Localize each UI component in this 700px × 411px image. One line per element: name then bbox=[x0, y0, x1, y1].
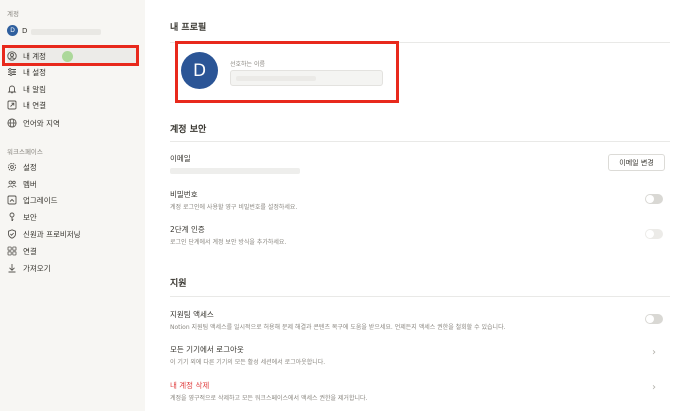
sidebar-item-language-region[interactable]: 언어와 지역 bbox=[7, 115, 139, 131]
sidebar-item-members[interactable]: 멤버 bbox=[7, 176, 139, 192]
password-description: 계정 로그인에 사용할 영구 비밀번호를 설정하세요. bbox=[170, 204, 298, 211]
cursor-indicator bbox=[62, 51, 73, 62]
chevron-right-icon[interactable]: › bbox=[652, 382, 656, 393]
sidebar-item-label: 업그레이드 bbox=[23, 195, 58, 205]
support-access-label: 지원팀 액세스 bbox=[170, 310, 214, 319]
two-step-toggle[interactable] bbox=[645, 229, 663, 239]
email-redacted bbox=[170, 168, 300, 174]
sidebar-item-label: 내 알림 bbox=[23, 84, 47, 94]
delete-account-description: 계정을 영구적으로 삭제하고 모든 워크스페이스에서 액세스 권한을 제거합니다… bbox=[170, 395, 368, 402]
sidebar-item-connections[interactable]: 연결 bbox=[7, 243, 139, 259]
globe-icon bbox=[7, 118, 17, 128]
sidebar-item-settings[interactable]: 설정 bbox=[7, 159, 139, 175]
profile-section-title: 내 프로필 bbox=[170, 23, 207, 33]
account-section-label: 계정 bbox=[7, 10, 19, 18]
sidebar-item-upgrade[interactable]: 업그레이드 bbox=[7, 192, 139, 208]
workspace-section-label: 워크스페이스 bbox=[7, 148, 43, 156]
sidebar-item-security[interactable]: 보안 bbox=[7, 209, 139, 225]
toggle-knob bbox=[646, 315, 654, 323]
two-step-label: 2단계 인증 bbox=[170, 225, 205, 234]
password-label: 비밀번호 bbox=[170, 190, 198, 199]
sidebar-item-label: 가져오기 bbox=[23, 263, 51, 273]
sidebar-item-label: 연결 bbox=[23, 246, 37, 256]
user-name: D bbox=[22, 26, 28, 35]
password-toggle[interactable] bbox=[645, 194, 663, 204]
sidebar-item-label: 내 설정 bbox=[23, 67, 47, 77]
settings-main: 내 프로필 D 선호하는 이름 계정 보안 이메일 이메일 변경 비밀번호 계정… bbox=[145, 0, 700, 411]
gear-icon bbox=[7, 162, 17, 172]
people-icon bbox=[7, 179, 17, 189]
bell-icon bbox=[7, 84, 17, 94]
preferred-name-label: 선호하는 이름 bbox=[230, 61, 266, 68]
support-section-title: 지원 bbox=[170, 279, 187, 289]
sidebar-item-label: 보안 bbox=[23, 212, 37, 222]
avatar: D bbox=[7, 25, 18, 36]
profile-avatar[interactable]: D bbox=[181, 52, 218, 89]
sidebar-item-my-settings[interactable]: 내 설정 bbox=[7, 64, 139, 80]
sidebar-item-import[interactable]: 가져오기 bbox=[7, 260, 139, 276]
upgrade-icon bbox=[7, 195, 17, 205]
shield-check-icon bbox=[7, 229, 17, 239]
sidebar-item-label: 신원과 프로비저닝 bbox=[23, 229, 81, 239]
sidebar-item-label: 언어와 지역 bbox=[23, 118, 60, 128]
security-section-title: 계정 보안 bbox=[170, 125, 207, 135]
delete-account-label[interactable]: 내 계정 삭제 bbox=[170, 380, 209, 391]
support-access-description: Notion 지원팀 액세스를 일시적으로 허용해 문제 해결과 콘텐츠 복구에… bbox=[170, 324, 506, 331]
chevron-right-icon[interactable]: › bbox=[652, 347, 656, 358]
preferred-name-input[interactable] bbox=[230, 70, 383, 86]
sliders-icon bbox=[7, 67, 17, 77]
sidebar-item-identity-provisioning[interactable]: 신원과 프로비저닝 bbox=[7, 226, 139, 242]
two-step-description: 로그인 단계에서 계정 보안 방식을 추가하세요. bbox=[170, 239, 287, 246]
sidebar-item-label: 내 연결 bbox=[23, 100, 47, 110]
sidebar-item-my-connections[interactable]: 내 연결 bbox=[7, 97, 139, 113]
divider bbox=[170, 296, 670, 297]
toggle-knob bbox=[646, 195, 654, 203]
email-label: 이메일 bbox=[170, 154, 191, 163]
redacted-name bbox=[236, 75, 316, 81]
user-email-redacted bbox=[31, 28, 102, 35]
sidebar-item-label: 멤버 bbox=[23, 179, 37, 189]
download-icon bbox=[7, 263, 17, 273]
external-link-icon bbox=[7, 100, 17, 110]
logout-all-description: 이 기기 외에 다른 기기의 모든 활성 세션에서 로그아웃합니다. bbox=[170, 359, 326, 366]
grid-icon bbox=[7, 246, 17, 256]
change-email-button[interactable]: 이메일 변경 bbox=[608, 154, 665, 171]
sidebar-user: D D bbox=[7, 25, 102, 36]
logout-all-label[interactable]: 모든 기기에서 로그아웃 bbox=[170, 344, 244, 355]
toggle-knob bbox=[646, 230, 654, 238]
support-access-toggle[interactable] bbox=[645, 314, 663, 324]
divider bbox=[170, 141, 670, 142]
sidebar-item-my-notifications[interactable]: 내 알림 bbox=[7, 81, 139, 97]
sidebar-item-label: 설정 bbox=[23, 162, 37, 172]
settings-sidebar: 계정 D D 내 계정 내 설정 내 알림 내 연결 언어와 지역 워크스페이스… bbox=[0, 0, 145, 411]
key-icon bbox=[7, 212, 17, 222]
